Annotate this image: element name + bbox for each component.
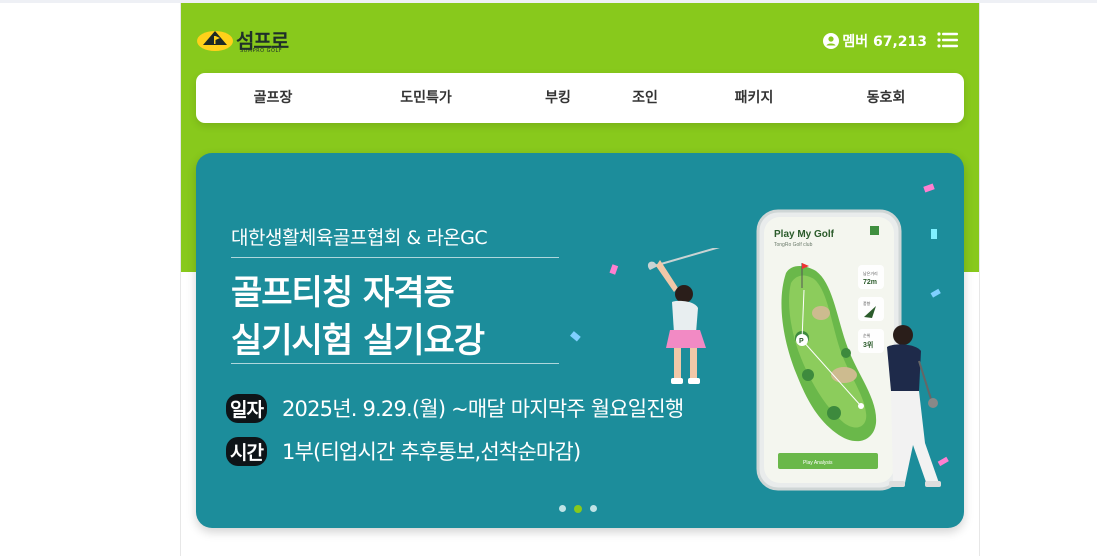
page-container: 섬프로 SUMPRO GOLF 멤버 67,213 골프장 도민특가 부킹 조인… bbox=[180, 3, 980, 556]
nav-item-booking[interactable]: 부킹 bbox=[545, 73, 571, 123]
phone-distance-label: 남은거리 bbox=[863, 270, 878, 276]
svg-text:P: P bbox=[799, 338, 804, 345]
logo-mark-icon bbox=[197, 31, 233, 51]
nav-item-club[interactable]: 동호회 bbox=[867, 73, 906, 123]
hamburger-menu-icon[interactable] bbox=[937, 31, 959, 49]
phone-analysis-button: Play Analysis bbox=[803, 460, 833, 466]
golfer-woman-illustration bbox=[647, 248, 720, 384]
slider-dot-3[interactable] bbox=[590, 505, 597, 512]
nav-item-join[interactable]: 조인 bbox=[632, 73, 658, 123]
hero-banner[interactable]: 대한생활체육골프협회 & 라온GC 골프티칭 자격증 실기시험 실기요강 일자 … bbox=[196, 153, 964, 528]
main-nav: 골프장 도민특가 부킹 조인 패키지 동호회 bbox=[196, 73, 964, 123]
nav-item-golf-course[interactable]: 골프장 bbox=[254, 73, 293, 123]
golfer-man-illustration bbox=[887, 325, 941, 487]
slider-pagination bbox=[559, 504, 597, 513]
logo-subtext: SUMPRO GOLF bbox=[240, 48, 283, 54]
nav-item-package[interactable]: 패키지 bbox=[735, 73, 774, 123]
phone-distance-value: 72m bbox=[863, 279, 877, 286]
phone-app-title: Play My Golf bbox=[774, 229, 835, 240]
member-count: 멤버 67,213 bbox=[823, 31, 927, 51]
user-circle-icon bbox=[823, 33, 840, 49]
phone-app-sub: TongRo Golf club bbox=[774, 242, 813, 248]
nav-item-resident-special[interactable]: 도민특가 bbox=[400, 73, 452, 123]
slider-dot-2[interactable] bbox=[574, 504, 582, 513]
slider-dot-1[interactable] bbox=[559, 505, 566, 512]
phone-wind-label: 풍향 bbox=[863, 300, 871, 306]
logo[interactable]: 섬프로 SUMPRO GOLF bbox=[196, 25, 306, 55]
member-count-label: 멤버 67,213 bbox=[842, 34, 927, 50]
